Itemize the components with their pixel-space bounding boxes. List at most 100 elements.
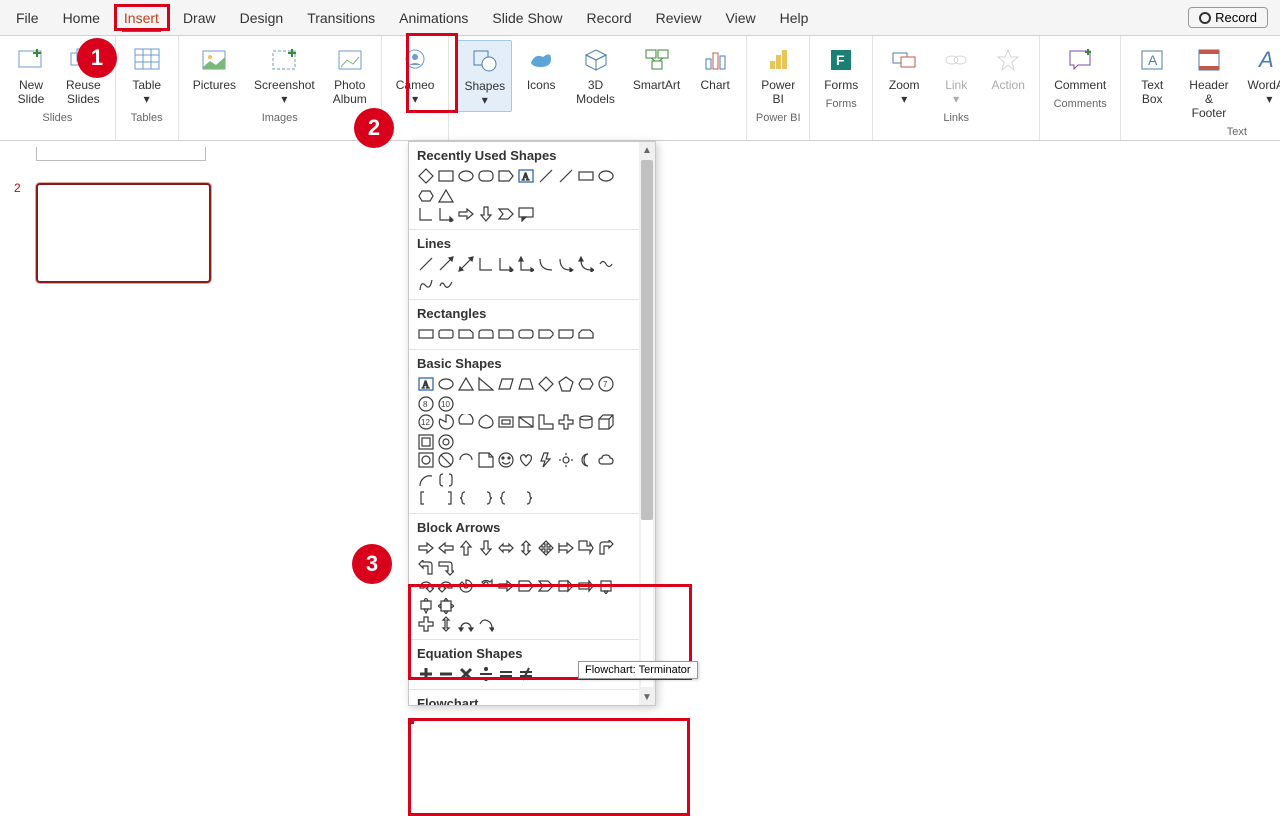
basic-para[interactable] [497, 375, 515, 393]
icons-button[interactable]: Icons [518, 40, 564, 112]
basic-tri[interactable] [457, 375, 475, 393]
basic-can[interactable] [577, 413, 595, 431]
basic-lb[interactable] [417, 489, 435, 507]
basic-cube[interactable] [597, 413, 615, 431]
basic-arc2[interactable] [417, 471, 435, 489]
action-button[interactable]: Action [985, 40, 1031, 110]
ba-12[interactable] [437, 559, 455, 577]
shape-diamond[interactable] [417, 167, 435, 185]
basic-diamond[interactable] [537, 375, 555, 393]
tab-home[interactable]: Home [51, 0, 112, 36]
slide-thumb-2[interactable] [36, 183, 211, 283]
basic-rbrace2[interactable] [517, 489, 535, 507]
zoom-button[interactable]: Zoom▾ [881, 40, 927, 110]
basic-pie[interactable] [437, 413, 455, 431]
basic-sun[interactable] [557, 451, 575, 469]
rect-1[interactable] [417, 325, 435, 343]
new-slide-button[interactable]: New Slide [8, 40, 54, 110]
ba-7[interactable] [537, 539, 555, 557]
basic-block[interactable] [437, 451, 455, 469]
link-button[interactable]: Link▾ [933, 40, 979, 110]
shape-right-arrow[interactable] [457, 205, 475, 223]
forms-button[interactable]: F Forms [818, 40, 864, 96]
tab-design[interactable]: Design [228, 0, 296, 36]
smartart-button[interactable]: SmartArt [627, 40, 686, 112]
basic-heart[interactable] [517, 451, 535, 469]
rect-5[interactable] [497, 325, 515, 343]
basic-lbrace2[interactable] [497, 489, 515, 507]
header-footer-button[interactable]: Header & Footer [1181, 40, 1237, 124]
basic-bolt[interactable] [537, 451, 555, 469]
line-elbow[interactable] [477, 255, 495, 273]
tab-record[interactable]: Record [574, 0, 643, 36]
basic-lbrace[interactable] [457, 489, 475, 507]
ba-4[interactable] [477, 539, 495, 557]
comment-button[interactable]: Comment [1048, 40, 1112, 96]
basic-text[interactable]: A [417, 375, 435, 393]
basic-dec[interactable]: 10 [437, 395, 455, 413]
tab-transitions[interactable]: Transitions [295, 0, 387, 36]
ba-10[interactable] [597, 539, 615, 557]
rect-6[interactable] [517, 325, 535, 343]
textbox-button[interactable]: A Text Box [1129, 40, 1175, 124]
tab-slideshow[interactable]: Slide Show [480, 0, 574, 36]
tab-animations[interactable]: Animations [387, 0, 480, 36]
tab-help[interactable]: Help [768, 0, 821, 36]
basic-smile[interactable] [497, 451, 515, 469]
basic-L[interactable] [537, 413, 555, 431]
rect-9[interactable] [577, 325, 595, 343]
pictures-button[interactable]: Pictures [187, 40, 242, 110]
shape-rect[interactable] [437, 167, 455, 185]
basic-rbrace[interactable] [477, 489, 495, 507]
basic-cloud[interactable] [597, 451, 615, 469]
basic-tear[interactable] [477, 413, 495, 431]
screenshot-button[interactable]: Screenshot▾ [248, 40, 321, 110]
basic-hex[interactable] [577, 375, 595, 393]
shape-triangle[interactable] [437, 187, 455, 205]
tab-file[interactable]: File [4, 0, 51, 36]
shape-chevron[interactable] [497, 205, 515, 223]
ba-1[interactable] [417, 539, 435, 557]
slide-thumb-1[interactable] [36, 147, 206, 161]
basic-plus[interactable] [557, 413, 575, 431]
shape-elbow-arrow[interactable] [437, 205, 455, 223]
shape-callout[interactable] [517, 205, 535, 223]
ba-11[interactable] [417, 559, 435, 577]
shape-roundrect[interactable] [477, 167, 495, 185]
tab-view[interactable]: View [714, 0, 768, 36]
shape-pentagon-arrow[interactable] [497, 167, 515, 185]
basic-rb[interactable] [437, 489, 455, 507]
rect-8[interactable] [557, 325, 575, 343]
tab-review[interactable]: Review [644, 0, 714, 36]
basic-dodec[interactable]: 12 [417, 413, 435, 431]
wordart-button[interactable]: A WordArt▾ [1243, 40, 1280, 124]
basic-moon[interactable] [577, 451, 595, 469]
shape-line[interactable] [537, 167, 555, 185]
shape-hexagon[interactable] [417, 187, 435, 205]
basic-oval[interactable] [437, 375, 455, 393]
shape-rect2[interactable] [577, 167, 595, 185]
basic-half[interactable] [517, 413, 535, 431]
line-free1[interactable] [597, 255, 615, 273]
shape-textbox[interactable]: A [517, 167, 535, 185]
shape-down-arrow[interactable] [477, 205, 495, 223]
3d-models-button[interactable]: 3D Models [570, 40, 621, 112]
ba-3[interactable] [457, 539, 475, 557]
tab-draw[interactable]: Draw [171, 0, 228, 36]
line-scribble[interactable] [437, 275, 455, 293]
ba-9[interactable] [577, 539, 595, 557]
basic-oct[interactable]: 8 [417, 395, 435, 413]
line-elbow3[interactable] [517, 255, 535, 273]
basic-frame[interactable] [497, 413, 515, 431]
line-1[interactable] [417, 255, 435, 273]
ba-5[interactable] [497, 539, 515, 557]
powerbi-button[interactable]: Power BI [755, 40, 801, 110]
shape-line2[interactable] [557, 167, 575, 185]
basic-trap[interactable] [517, 375, 535, 393]
line-curve3[interactable] [577, 255, 595, 273]
photo-album-button[interactable]: Photo Album [327, 40, 373, 110]
basic-arc[interactable] [457, 451, 475, 469]
shape-oval2[interactable] [597, 167, 615, 185]
line-curve2[interactable] [557, 255, 575, 273]
shape-elbow[interactable] [417, 205, 435, 223]
